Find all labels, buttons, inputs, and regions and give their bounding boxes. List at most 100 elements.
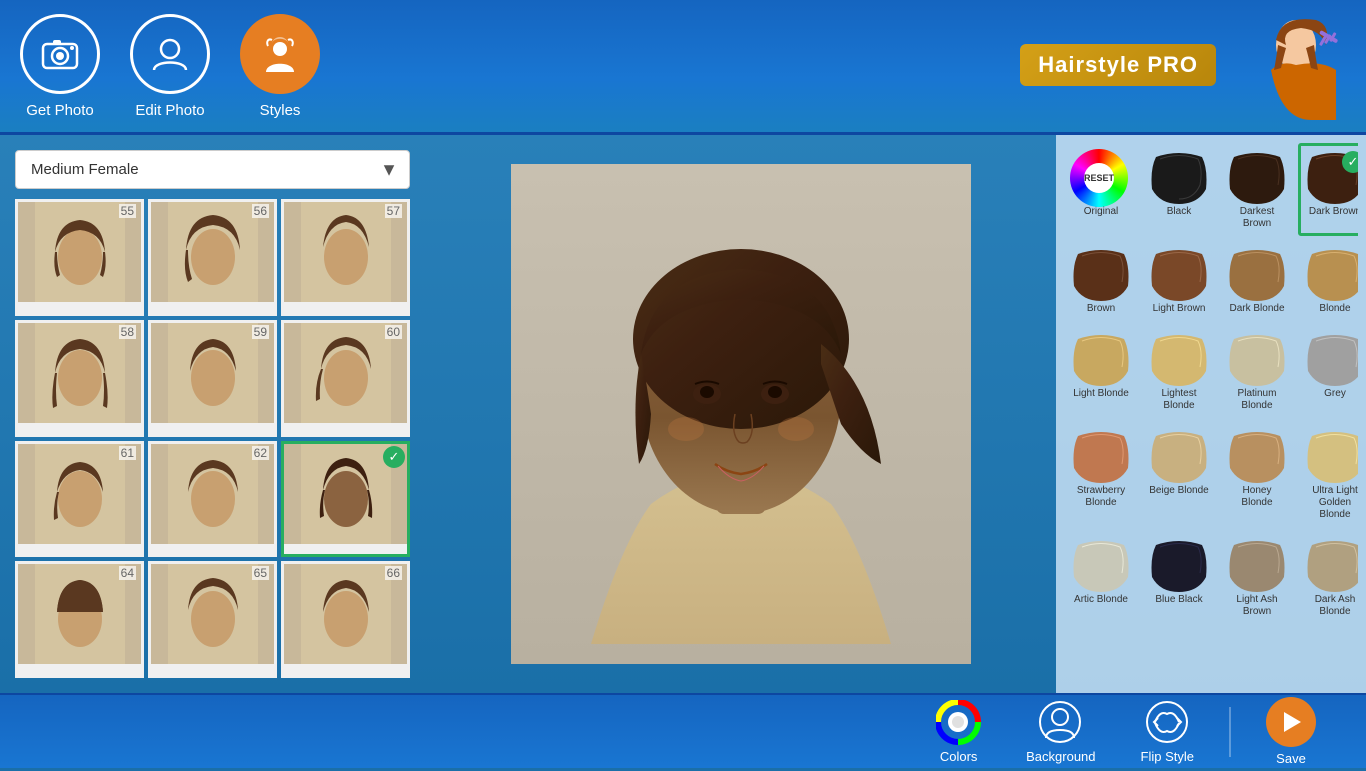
toolbar-colors[interactable]: Colors bbox=[916, 695, 1001, 769]
styles-panel: Medium Female ▼ 55 bbox=[0, 135, 425, 693]
dark-brown-swatch-container: ✓ bbox=[1304, 149, 1358, 204]
save-icon bbox=[1266, 697, 1316, 747]
color-item-platinum-blonde[interactable]: Platinum Blonde bbox=[1220, 325, 1294, 418]
color-label-light-brown: Light Brown bbox=[1153, 303, 1206, 315]
toolbar-flip-style[interactable]: Flip Style bbox=[1121, 695, 1214, 769]
black-swatch-svg bbox=[1148, 149, 1210, 204]
save-label: Save bbox=[1276, 751, 1306, 766]
light-brown-swatch-container bbox=[1148, 246, 1210, 301]
style-item-61[interactable]: 61 bbox=[15, 441, 144, 558]
colors-label: Colors bbox=[940, 749, 978, 764]
style-item-56[interactable]: 56 bbox=[148, 199, 277, 316]
color-label-blonde: Blonde bbox=[1319, 303, 1350, 315]
toolbar-background[interactable]: Background bbox=[1006, 695, 1115, 769]
edit-photo-icon bbox=[130, 14, 210, 94]
color-item-dark-ash-blonde[interactable]: Dark Ash Blonde bbox=[1298, 531, 1358, 624]
color-item-blonde[interactable]: Blonde bbox=[1298, 240, 1358, 321]
color-item-light-ash-brown[interactable]: Light Ash Brown bbox=[1220, 531, 1294, 624]
style-category-dropdown-container: Medium Female ▼ bbox=[15, 150, 410, 189]
color-label-grey: Grey bbox=[1324, 388, 1346, 400]
color-item-ultra-light-golden-blonde[interactable]: Ultra Light Golden Blonde bbox=[1298, 422, 1358, 527]
color-label-lightest-blonde: Lightest Blonde bbox=[1148, 388, 1210, 412]
light-blonde-swatch-container bbox=[1070, 331, 1132, 386]
color-item-grey[interactable]: Grey bbox=[1298, 325, 1358, 418]
strawberry-blonde-swatch-container bbox=[1070, 428, 1132, 483]
black-swatch-container bbox=[1148, 149, 1210, 204]
grey-swatch-container bbox=[1304, 331, 1358, 386]
color-item-artic-blonde[interactable]: Artic Blonde bbox=[1064, 531, 1138, 624]
photo-area bbox=[425, 135, 1056, 693]
save-button[interactable]: Save bbox=[1246, 692, 1336, 771]
darkest-brown-swatch-container bbox=[1226, 149, 1288, 204]
styles-icon bbox=[240, 14, 320, 94]
color-item-brown[interactable]: Brown bbox=[1064, 240, 1138, 321]
color-item-strawberry-blonde[interactable]: Strawberry Blonde bbox=[1064, 422, 1138, 527]
style-item-59[interactable]: 59 bbox=[148, 320, 277, 437]
platinum-blonde-swatch-container bbox=[1226, 331, 1288, 386]
dark-brown-selected-check: ✓ bbox=[1342, 151, 1358, 173]
color-label-light-blonde: Light Blonde bbox=[1073, 388, 1129, 400]
color-label-brown: Brown bbox=[1087, 303, 1115, 315]
get-photo-label: Get Photo bbox=[26, 102, 94, 119]
color-label-beige-blonde: Beige Blonde bbox=[1149, 485, 1209, 497]
style-number-57: 57 bbox=[385, 204, 402, 218]
color-item-black[interactable]: Black bbox=[1142, 143, 1216, 236]
style-number-65: 65 bbox=[252, 566, 269, 580]
style-item-66[interactable]: 66 bbox=[281, 561, 410, 678]
color-item-light-brown[interactable]: Light Brown bbox=[1142, 240, 1216, 321]
style-number-55: 55 bbox=[119, 204, 136, 218]
nav-item-edit-photo[interactable]: Edit Photo bbox=[130, 14, 210, 119]
style-number-58: 58 bbox=[119, 325, 136, 339]
blue-black-swatch-container bbox=[1148, 537, 1210, 592]
style-number-64: 64 bbox=[119, 566, 136, 580]
artic-blonde-swatch-container bbox=[1070, 537, 1132, 592]
color-item-darkest-brown[interactable]: Darkest Brown bbox=[1220, 143, 1294, 236]
nav-item-styles[interactable]: Styles bbox=[240, 14, 320, 119]
photo-frame bbox=[511, 164, 971, 664]
color-label-ultra-light-golden-blonde: Ultra Light Golden Blonde bbox=[1304, 485, 1358, 521]
honey-blonde-swatch-container bbox=[1226, 428, 1288, 483]
style-item-63[interactable]: ✓ bbox=[281, 441, 410, 558]
style-category-dropdown[interactable]: Medium Female bbox=[15, 150, 410, 189]
color-label-dark-blonde: Dark Blonde bbox=[1229, 303, 1284, 315]
darkest-brown-swatch-svg bbox=[1226, 149, 1288, 204]
reset-inner: RESET bbox=[1084, 163, 1114, 193]
style-item-65[interactable]: 65 bbox=[148, 561, 277, 678]
color-label-dark-ash-blonde: Dark Ash Blonde bbox=[1304, 594, 1358, 618]
style-item-55[interactable]: 55 bbox=[15, 199, 144, 316]
color-item-beige-blonde[interactable]: Beige Blonde bbox=[1142, 422, 1216, 527]
nav-item-get-photo[interactable]: Get Photo bbox=[20, 14, 100, 119]
app-logo: Hairstyle PRO bbox=[1020, 10, 1346, 120]
camera-icon bbox=[20, 14, 100, 94]
styles-label: Styles bbox=[260, 102, 301, 119]
color-label-platinum-blonde: Platinum Blonde bbox=[1226, 388, 1288, 412]
style-number-62: 62 bbox=[252, 446, 269, 460]
color-item-dark-brown[interactable]: ✓ Dark Brown bbox=[1298, 143, 1358, 236]
bottom-toolbar: Colors Background Flip Style bbox=[0, 693, 1366, 768]
style-item-62[interactable]: 62 bbox=[148, 441, 277, 558]
color-label-strawberry-blonde: Strawberry Blonde bbox=[1070, 485, 1132, 509]
flip-style-label: Flip Style bbox=[1141, 749, 1194, 764]
style-item-60[interactable]: 60 bbox=[281, 320, 410, 437]
header-nav: Get Photo Edit Photo Styles bbox=[20, 14, 320, 119]
color-item-light-blonde[interactable]: Light Blonde bbox=[1064, 325, 1138, 418]
color-item-blue-black[interactable]: Blue Black bbox=[1142, 531, 1216, 624]
logo-text: Hairstyle PRO bbox=[1020, 44, 1216, 86]
color-item-dark-blonde[interactable]: Dark Blonde bbox=[1220, 240, 1294, 321]
brown-swatch-container bbox=[1070, 246, 1132, 301]
style-number-61: 61 bbox=[119, 446, 136, 460]
color-item-reset[interactable]: RESET Original bbox=[1064, 143, 1138, 236]
style-item-58[interactable]: 58 bbox=[15, 320, 144, 437]
style-item-57[interactable]: 57 bbox=[281, 199, 410, 316]
selected-checkmark: ✓ bbox=[383, 446, 405, 468]
style-item-64[interactable]: 64 bbox=[15, 561, 144, 678]
flip-style-icon bbox=[1145, 700, 1190, 745]
reset-swatch-container: RESET bbox=[1070, 149, 1132, 204]
blonde-swatch-container bbox=[1304, 246, 1358, 301]
style-number-66: 66 bbox=[385, 566, 402, 580]
background-icon bbox=[1038, 700, 1083, 745]
ultra-light-golden-blonde-swatch-container bbox=[1304, 428, 1358, 483]
color-label-dark-brown: Dark Brown bbox=[1309, 206, 1358, 218]
color-item-lightest-blonde[interactable]: Lightest Blonde bbox=[1142, 325, 1216, 418]
color-item-honey-blonde[interactable]: Honey Blonde bbox=[1220, 422, 1294, 527]
